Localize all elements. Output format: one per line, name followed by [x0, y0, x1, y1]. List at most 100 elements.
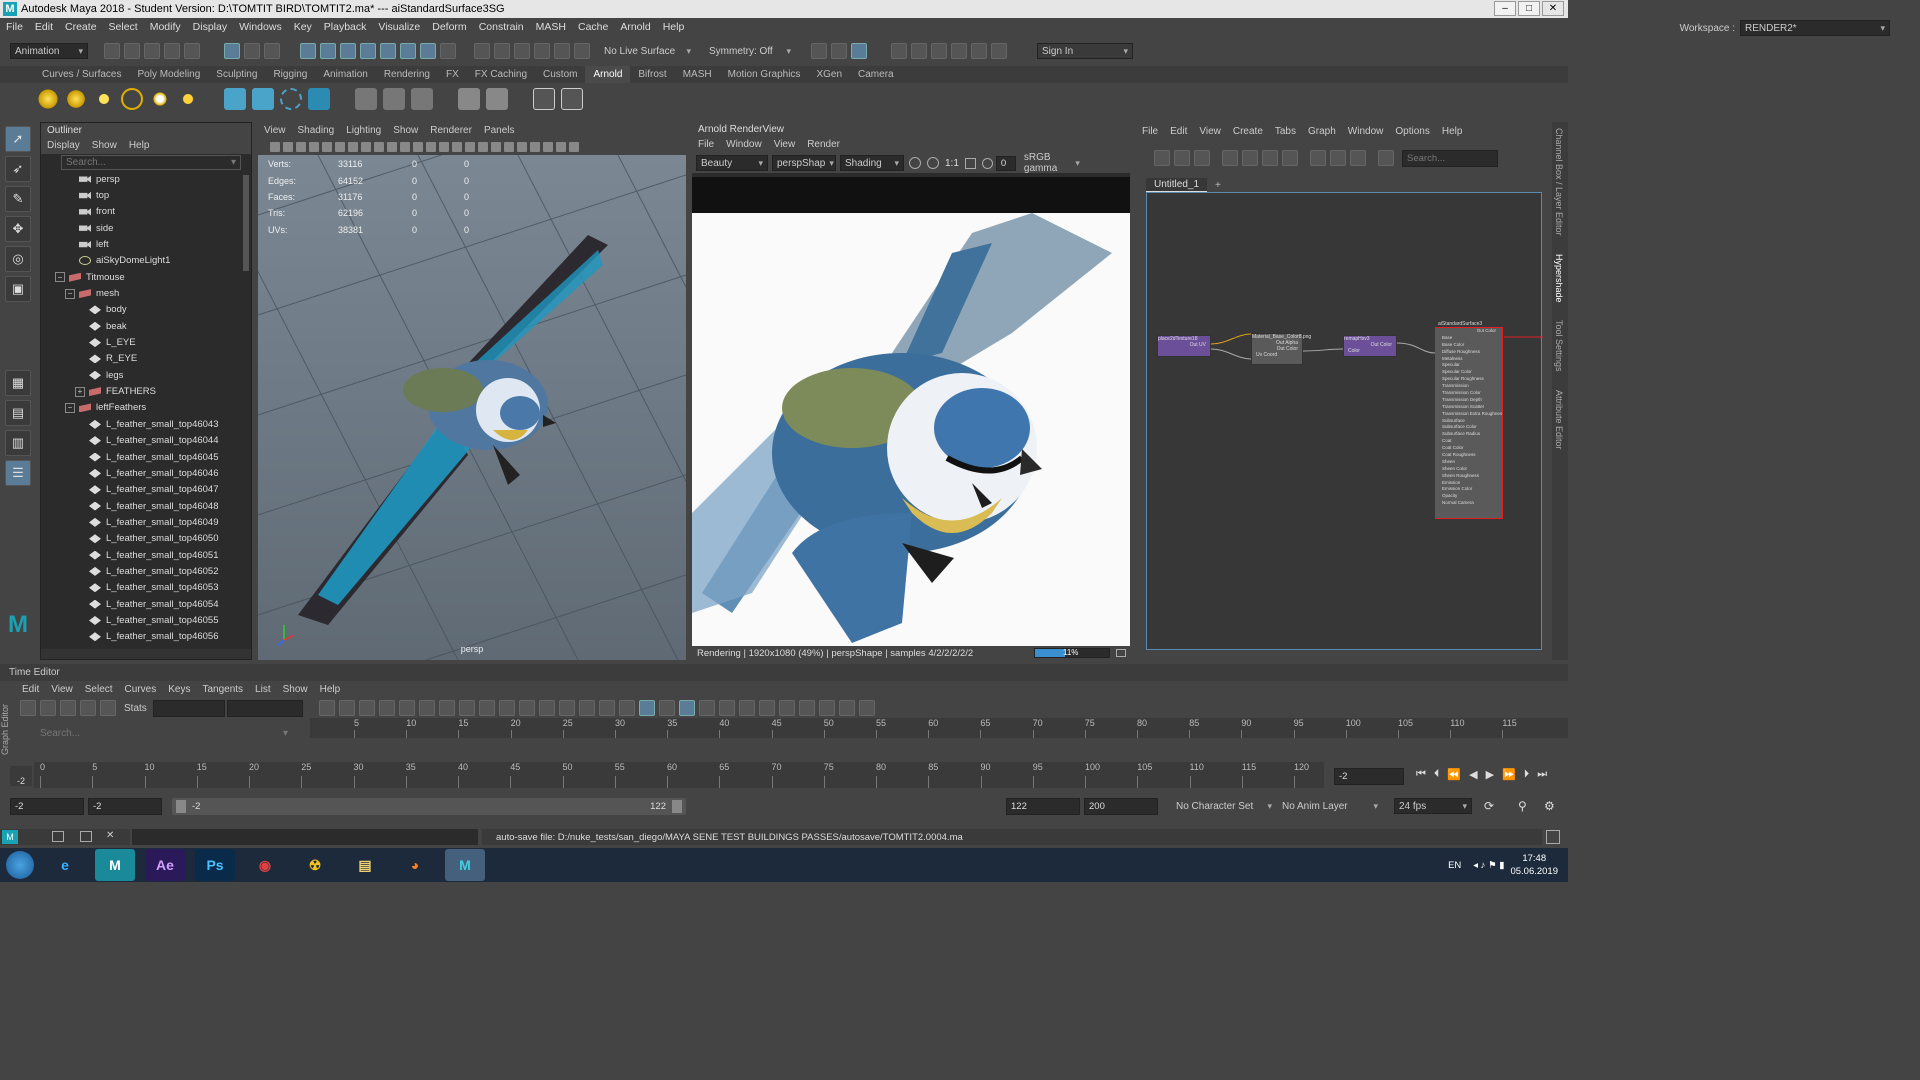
tab-untitled-1[interactable]: Untitled_1 — [1146, 178, 1208, 192]
open-scene-icon[interactable] — [124, 43, 140, 59]
outliner-row[interactable]: L_EYE — [41, 334, 251, 350]
outliner-scrollbar[interactable] — [243, 175, 249, 271]
move-key-icon[interactable] — [20, 700, 36, 716]
load-selected-icon[interactable] — [658, 700, 675, 716]
scene-start-input[interactable]: -2 — [10, 798, 84, 815]
ge-menu-edit[interactable]: Edit — [22, 684, 39, 695]
rearrange-graph-icon[interactable] — [1282, 150, 1298, 166]
outliner-row[interactable]: aiSkyDomeLight1 — [41, 253, 251, 269]
node-ai-port[interactable]: Subsurface Color — [1436, 424, 1502, 431]
close-window-icon[interactable]: ✕ — [106, 830, 120, 843]
bookmark-icon[interactable] — [295, 142, 306, 152]
redo-icon[interactable] — [184, 43, 200, 59]
flush-cache-icon[interactable] — [383, 88, 405, 110]
add-tab-button[interactable]: + — [1207, 180, 1229, 191]
arnold-ipr-icon[interactable] — [971, 43, 987, 59]
denormalize-icon[interactable] — [738, 700, 755, 716]
graph-options-icon[interactable] — [1378, 150, 1394, 166]
node-ai-port[interactable]: Subsurface — [1436, 418, 1502, 425]
nuke-taskbar-icon[interactable]: ☢ — [295, 849, 335, 881]
node-ai-port[interactable]: Metalness — [1436, 356, 1502, 363]
hs-menu-create[interactable]: Create — [1233, 126, 1263, 137]
hypershade-search-input[interactable]: Search... — [1402, 149, 1498, 167]
node-graph[interactable]: place2dTexture18 Out UV Material_Base_Co… — [1146, 192, 1543, 650]
menu-create[interactable]: Create — [65, 21, 97, 33]
persp-viewport[interactable]: View Shading Lighting Show Renderer Pane… — [258, 122, 686, 660]
auto-load-icon[interactable] — [638, 700, 655, 716]
camera-lock-icon[interactable] — [282, 142, 293, 152]
log-icon[interactable] — [1116, 649, 1126, 657]
tab-camera[interactable]: Camera — [850, 66, 902, 83]
menu-file[interactable]: File — [6, 21, 23, 33]
region-key-icon[interactable] — [80, 700, 96, 716]
break-tangent-icon[interactable] — [558, 700, 575, 716]
mask-joints-icon[interactable] — [320, 43, 336, 59]
tab-channel-box[interactable]: Channel Box / Layer Editor — [1554, 128, 1564, 236]
auto-key-icon[interactable]: ⚲ — [1518, 799, 1527, 813]
hypershade-icon[interactable] — [911, 43, 927, 59]
tab-fx[interactable]: FX — [438, 66, 467, 83]
outliner-row[interactable]: persp — [41, 171, 251, 187]
outliner-row[interactable]: L_feather_small_top46055 — [41, 612, 251, 628]
two-view-icon[interactable]: ▥ — [5, 430, 31, 456]
aa-icon[interactable] — [503, 142, 514, 152]
curve-collector-icon[interactable] — [308, 88, 330, 110]
current-frame-marker[interactable]: -2 — [10, 766, 32, 786]
photoshop-taskbar-icon[interactable]: Ps — [195, 849, 235, 881]
stop-render-icon[interactable] — [927, 157, 939, 169]
exposure-icon[interactable] — [568, 142, 579, 152]
outliner-row[interactable]: − leftFeathers — [41, 400, 251, 416]
node-place2d-port[interactable]: Out UV — [1158, 342, 1210, 348]
hs-menu-options[interactable]: Options — [1395, 126, 1429, 137]
outliner-row[interactable]: L_feather_small_top46056 — [41, 629, 251, 645]
outliner-row[interactable]: L_feather_small_top46052 — [41, 563, 251, 579]
rv-menu-window[interactable]: Window — [726, 139, 762, 150]
node-ai-port[interactable]: Transmission Depth — [1436, 397, 1502, 404]
refresh-icon[interactable] — [981, 157, 993, 169]
vp-menu-view[interactable]: View — [264, 125, 286, 136]
node-place2dtexture[interactable]: place2dTexture18 Out UV — [1157, 335, 1211, 357]
node-ai-port[interactable]: Sheen Color — [1436, 466, 1502, 473]
textured-icon[interactable] — [451, 142, 462, 152]
node-ai-port[interactable]: Diffuse Roughness — [1436, 349, 1502, 356]
shader-gen-icon[interactable] — [486, 88, 508, 110]
area-light-icon[interactable] — [37, 88, 59, 110]
outliner-row[interactable]: side — [41, 220, 251, 236]
render-image[interactable] — [692, 213, 1130, 646]
outliner-row[interactable]: L_feather_small_top46045 — [41, 449, 251, 465]
pre-infinity-icon[interactable] — [758, 700, 775, 716]
mask-deform-icon[interactable] — [380, 43, 396, 59]
linear-tangent-icon[interactable] — [438, 700, 455, 716]
node-aistandardsurface[interactable]: aiStandardSurface3 Out Color Base Base Col… — [1435, 321, 1503, 519]
tab-mash[interactable]: MASH — [675, 66, 720, 83]
snap-point-icon[interactable] — [514, 43, 530, 59]
menu-set-dropdown[interactable]: Animation — [10, 43, 88, 59]
photometric-light-icon[interactable] — [93, 88, 115, 110]
menu-deform[interactable]: Deform — [432, 21, 466, 33]
hs-menu-tabs[interactable]: Tabs — [1275, 126, 1296, 137]
outliner-hscrollbar[interactable] — [41, 649, 251, 659]
play-backwards-icon[interactable]: ◀ — [1469, 768, 1477, 781]
tab-arnold[interactable]: Arnold — [585, 66, 631, 83]
menu-modify[interactable]: Modify — [150, 21, 181, 33]
spline-tangent-icon[interactable] — [398, 700, 415, 716]
exposure-input[interactable]: 0 — [995, 155, 1016, 171]
outliner-row[interactable]: top — [41, 187, 251, 203]
safe-title-icon[interactable] — [399, 142, 410, 152]
snap-grid-hs-icon[interactable] — [1330, 150, 1346, 166]
outliner-row[interactable]: L_feather_small_top46047 — [41, 482, 251, 498]
node-ai-port[interactable]: Transmission Color — [1436, 390, 1502, 397]
node-ai-port[interactable]: Emission — [1436, 480, 1502, 487]
live-surface-field[interactable]: No Live Surface — [600, 43, 695, 59]
anim-layer-dropdown[interactable]: No Anim Layer — [1278, 798, 1382, 814]
lasso-tool-icon[interactable]: ➶ — [5, 156, 31, 182]
frame-playback-icon[interactable] — [338, 700, 355, 716]
outliner-row[interactable]: L_feather_small_top46050 — [41, 531, 251, 547]
hs-menu-graph[interactable]: Graph — [1308, 126, 1336, 137]
outliner-row[interactable]: L_feather_small_top46044 — [41, 433, 251, 449]
rv-camera-dropdown[interactable]: perspShap — [772, 155, 836, 171]
skydome-light-icon[interactable] — [121, 88, 143, 110]
lattice-key-icon[interactable] — [60, 700, 76, 716]
node-remaphsv[interactable]: remapHsv3 Out Color Color — [1343, 335, 1397, 357]
curve-lock-icon[interactable] — [838, 700, 855, 716]
